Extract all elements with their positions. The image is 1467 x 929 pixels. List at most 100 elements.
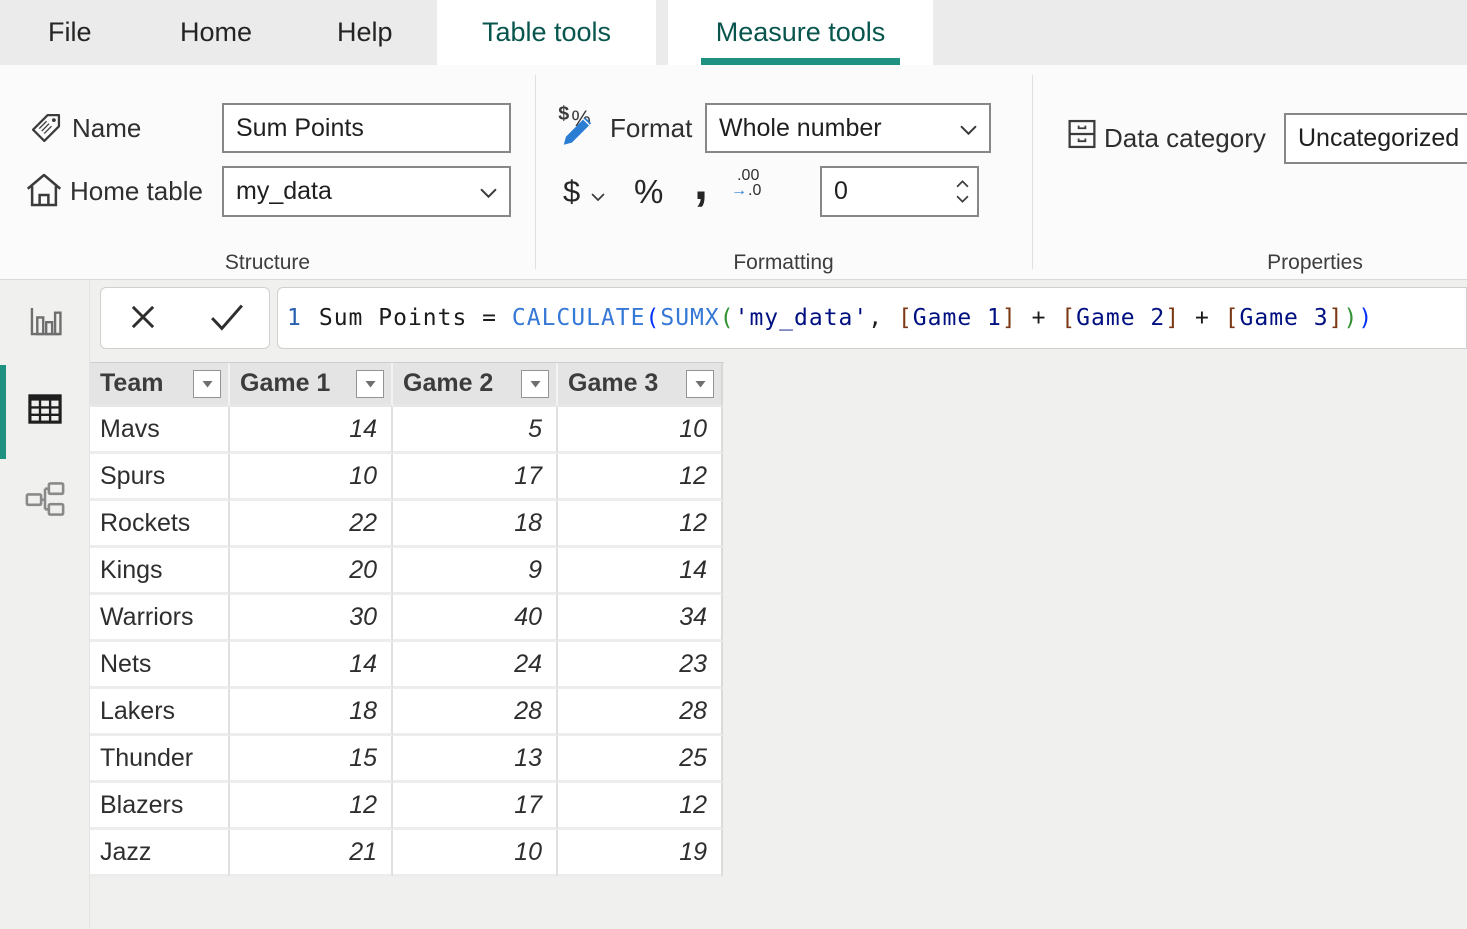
formula-code: Sum Points = CALCULATE(SUMX('my_data', [… [319, 305, 1373, 331]
score-cell[interactable]: 12 [558, 501, 723, 548]
score-cell[interactable]: 30 [230, 595, 393, 642]
thousands-separator-button[interactable]: , [694, 166, 708, 217]
filter-triangle-icon [695, 381, 705, 388]
measure-name-input[interactable]: Sum Points [222, 103, 511, 153]
team-cell[interactable]: Nets [90, 642, 230, 689]
formula-token: 'my_data' [735, 305, 869, 331]
decimal-places-input[interactable]: 0 [820, 166, 979, 217]
score-cell[interactable]: 20 [230, 548, 393, 595]
decimal-places-button[interactable]: .00 →.0 [731, 168, 761, 198]
column-filter-button[interactable] [686, 370, 714, 398]
chevron-down-icon [960, 114, 977, 143]
close-icon [125, 299, 161, 338]
score-cell[interactable]: 23 [558, 642, 723, 689]
column-header[interactable]: Team [90, 363, 230, 407]
dax-formula-editor[interactable]: 1 Sum Points = CALCULATE(SUMX('my_data',… [277, 287, 1467, 349]
menu-home[interactable]: Home [180, 0, 252, 65]
data-view-button[interactable] [23, 388, 67, 432]
spinner-up-button[interactable] [956, 180, 969, 188]
team-cell[interactable]: Jazz [90, 830, 230, 877]
formula-token: Game 1 [913, 305, 1002, 331]
format-value: Whole number [719, 114, 882, 143]
percent-format-button[interactable]: % [634, 166, 663, 217]
checkmark-icon [207, 301, 247, 336]
score-cell[interactable]: 12 [558, 783, 723, 830]
filter-triangle-icon [202, 381, 212, 388]
team-cell[interactable]: Lakers [90, 689, 230, 736]
score-cell[interactable]: 19 [558, 830, 723, 877]
column-header[interactable]: Game 3 [558, 363, 723, 407]
score-cell[interactable]: 22 [230, 501, 393, 548]
home-table-value: my_data [236, 177, 332, 206]
team-cell[interactable]: Blazers [90, 783, 230, 830]
formula-token: ( [646, 305, 661, 331]
score-cell[interactable]: 15 [230, 736, 393, 783]
name-label: Name [72, 108, 141, 148]
score-cell[interactable]: 9 [393, 548, 558, 595]
score-cell[interactable]: 18 [393, 501, 558, 548]
format-dropdown[interactable]: Whole number [705, 103, 991, 153]
cancel-formula-button[interactable] [114, 291, 172, 345]
report-view-button[interactable] [23, 300, 67, 344]
column-filter-button[interactable] [193, 370, 221, 398]
tab-measure-tools[interactable]: Measure tools [668, 0, 933, 65]
data-category-dropdown[interactable]: Uncategorized [1284, 113, 1467, 164]
score-cell[interactable]: 14 [230, 642, 393, 689]
score-cell[interactable]: 24 [393, 642, 558, 689]
currency-format-button[interactable]: $ [563, 166, 605, 217]
column-header-label: Team [100, 369, 163, 398]
score-cell[interactable]: 17 [393, 783, 558, 830]
svg-text:$: $ [558, 103, 569, 125]
formula-token: Game 3 [1240, 305, 1329, 331]
commit-formula-button[interactable] [198, 291, 256, 345]
score-cell[interactable]: 28 [558, 689, 723, 736]
ribbon: Name Sum Points Home table my_data Struc… [0, 65, 1467, 280]
score-cell[interactable]: 10 [393, 830, 558, 877]
tab-table-tools[interactable]: Table tools [437, 0, 656, 65]
data-category-drawer-icon [1064, 115, 1100, 153]
column-filter-button[interactable] [356, 370, 384, 398]
score-cell[interactable]: 21 [230, 830, 393, 877]
score-cell[interactable]: 18 [230, 689, 393, 736]
home-table-dropdown[interactable]: my_data [222, 166, 511, 217]
score-cell[interactable]: 12 [230, 783, 393, 830]
model-view-button[interactable] [23, 478, 67, 522]
menu-help[interactable]: Help [337, 0, 393, 65]
score-cell[interactable]: 28 [393, 689, 558, 736]
formula-token: [ [898, 305, 913, 331]
column-header[interactable]: Game 1 [230, 363, 393, 407]
menu-bar: File Home Help Table tools Measure tools [0, 0, 1467, 65]
table-row: Thunder151325 [90, 736, 724, 783]
formatting-group-label: Formatting [535, 251, 1032, 275]
data-category-label: Data category [1104, 118, 1266, 158]
score-cell[interactable]: 5 [393, 407, 558, 454]
table-row: Mavs14510 [90, 407, 724, 454]
team-cell[interactable]: Rockets [90, 501, 230, 548]
formula-token: + [1180, 305, 1225, 331]
score-cell[interactable]: 40 [393, 595, 558, 642]
team-cell[interactable]: Kings [90, 548, 230, 595]
team-cell[interactable]: Thunder [90, 736, 230, 783]
score-cell[interactable]: 14 [230, 407, 393, 454]
column-header[interactable]: Game 2 [393, 363, 558, 407]
team-cell[interactable]: Warriors [90, 595, 230, 642]
menu-file[interactable]: File [48, 0, 92, 65]
table-row: Spurs101712 [90, 454, 724, 501]
spinner-down-button[interactable] [956, 195, 969, 203]
score-cell[interactable]: 12 [558, 454, 723, 501]
score-cell[interactable]: 34 [558, 595, 723, 642]
table-row: Lakers182828 [90, 689, 724, 736]
score-cell[interactable]: 14 [558, 548, 723, 595]
score-cell[interactable]: 10 [230, 454, 393, 501]
score-cell[interactable]: 25 [558, 736, 723, 783]
column-filter-button[interactable] [521, 370, 549, 398]
column-header-label: Game 1 [240, 369, 330, 398]
formula-commit-buttons [100, 287, 270, 349]
formula-token: ] [1002, 305, 1017, 331]
formula-token: , [868, 305, 898, 331]
score-cell[interactable]: 13 [393, 736, 558, 783]
score-cell[interactable]: 17 [393, 454, 558, 501]
team-cell[interactable]: Mavs [90, 407, 230, 454]
score-cell[interactable]: 10 [558, 407, 723, 454]
team-cell[interactable]: Spurs [90, 454, 230, 501]
